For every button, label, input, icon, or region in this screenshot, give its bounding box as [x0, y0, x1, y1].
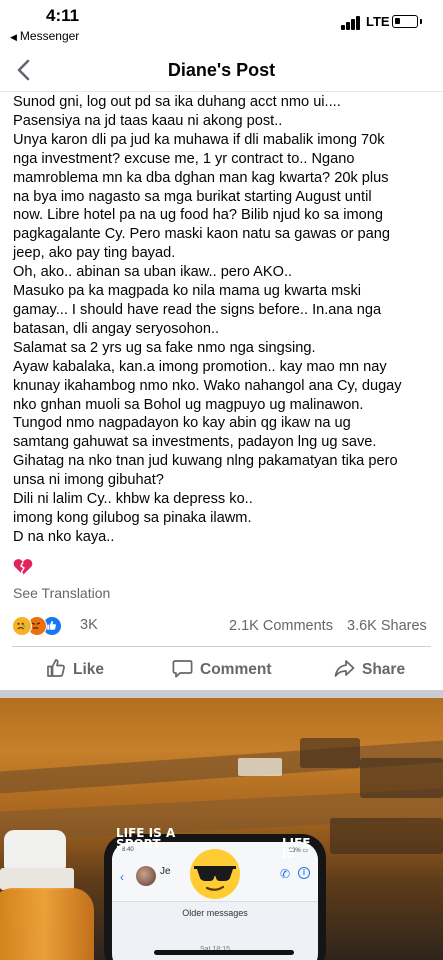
- water-bottle: [0, 830, 96, 960]
- stadium-sign: [238, 758, 282, 776]
- post-text-line: nga investment? excuse me, 1 yr contract…: [13, 150, 355, 167]
- post-text-line: na bya imo nagasto sa mga burikat starti…: [13, 188, 372, 205]
- like-label: Like: [73, 661, 105, 678]
- network-type: LTE: [366, 14, 390, 29]
- like-button[interactable]: Like: [46, 658, 116, 682]
- post-text-line: gamay... I should have read the signs be…: [13, 301, 382, 318]
- post-text-line: nko gnhan muoli sa Bohol ug magpuyo ug m…: [13, 396, 364, 413]
- post-text-line: Salamat sa 2 yrs ug sa fake nmo nga sing…: [13, 339, 316, 356]
- post-text-line: pagkagalante Cy. Pero maski kaon natu sa…: [13, 226, 390, 243]
- post-text-line: Dili ni lalim Cy.. khbw ka depress ko..: [13, 491, 253, 508]
- post-text-line: Gihatag na nko tnan jud kuwang nlng paka…: [13, 453, 398, 470]
- sad-reaction-icon: [12, 616, 32, 636]
- share-button[interactable]: Share: [334, 658, 414, 682]
- case-text-right: LIFE IS: [282, 836, 311, 861]
- thumbs-up-icon: [47, 659, 65, 677]
- post-text-line: batasan, dli angay seryosohon..: [13, 320, 220, 337]
- back-to-app-link[interactable]: ◀ Messenger: [10, 29, 79, 43]
- post-text-line: Masuko pa ka magpada ko nila mama ug kwa…: [13, 283, 361, 300]
- post-text-line: Sunod gni, log out pd sa ika duhang acct…: [13, 94, 341, 110]
- back-app-label: Messenger: [19, 29, 80, 43]
- post-text-line: unsa ni imong gibuhat?: [13, 472, 164, 489]
- clock: 4:11: [46, 6, 80, 25]
- post-text-line: mamroblema mn ka dba dghan man kag kwart…: [13, 169, 389, 186]
- post-text-line: Oh, ako.. abinan sa uban ikaw.. pero AKO…: [13, 264, 293, 281]
- post-text-line: Tungod nmo nagpadayon ko kay abin qg ika…: [13, 415, 351, 432]
- phone-call-icon: ✆: [280, 867, 291, 881]
- post-photo[interactable]: 8:40 63% ▭ ‹ Je ✆ i Older messages Sat 1…: [0, 698, 443, 960]
- post-text-line: samtang gahuwat sa investments, padayon …: [13, 434, 377, 451]
- post-text-line: Ayaw kabalaka, kan.a imong promotion.. k…: [13, 358, 387, 375]
- nav-bar: Diane's Post: [0, 48, 443, 92]
- phone-avatar: [136, 866, 156, 886]
- status-bar: 4:11 ◀ Messenger LTE: [0, 0, 443, 46]
- divider: [12, 646, 431, 647]
- post-text-line: Unya karon dli pa jud ka muhawa if dli m…: [13, 131, 385, 148]
- phone-info-icon: i: [298, 867, 310, 879]
- post-text-line: jeep, ako pay ting bayad.: [13, 245, 176, 262]
- comment-bubble-icon: [172, 660, 193, 678]
- see-translation-link[interactable]: See Translation: [13, 585, 110, 601]
- post-text-line: imong kong gilubog sa pinaka ilawm.: [13, 509, 252, 526]
- sunglasses-emoji-icon: [190, 849, 240, 899]
- section-separator: [0, 690, 443, 698]
- post-text-line: Pasensiya na jd taas kaau ni akong post.…: [13, 112, 283, 129]
- share-label: Share: [362, 661, 406, 678]
- post-body: Sunod gni, log out pd sa ika duhang acct…: [13, 93, 438, 547]
- page-title: Diane's Post: [167, 60, 276, 80]
- older-messages-label: Older messages: [182, 908, 248, 918]
- signal-bars-icon: [341, 16, 363, 30]
- case-text-left: LIFE IS A SPORT: [116, 826, 176, 851]
- broken-heart-icon: [13, 559, 33, 576]
- comment-button[interactable]: Comment: [172, 658, 272, 682]
- phone-back-icon: ‹: [120, 870, 124, 884]
- reactions-count: 3K: [80, 617, 98, 633]
- comments-count[interactable]: 2.1K Comments: [229, 618, 333, 634]
- share-arrow-icon: [334, 660, 355, 677]
- post-text-line: D na nko kaya..: [13, 528, 115, 545]
- comment-label: Comment: [200, 661, 272, 678]
- post-text-line: now. Libre hotel pa na ug food ha? Bilib…: [13, 207, 383, 224]
- shares-count[interactable]: 3.6K Shares: [347, 618, 427, 634]
- post-text-line: knunay ikahambog nmo nko. Wako nahangol …: [13, 377, 402, 394]
- battery-icon: [392, 15, 422, 28]
- back-triangle-icon: ◀: [10, 32, 17, 42]
